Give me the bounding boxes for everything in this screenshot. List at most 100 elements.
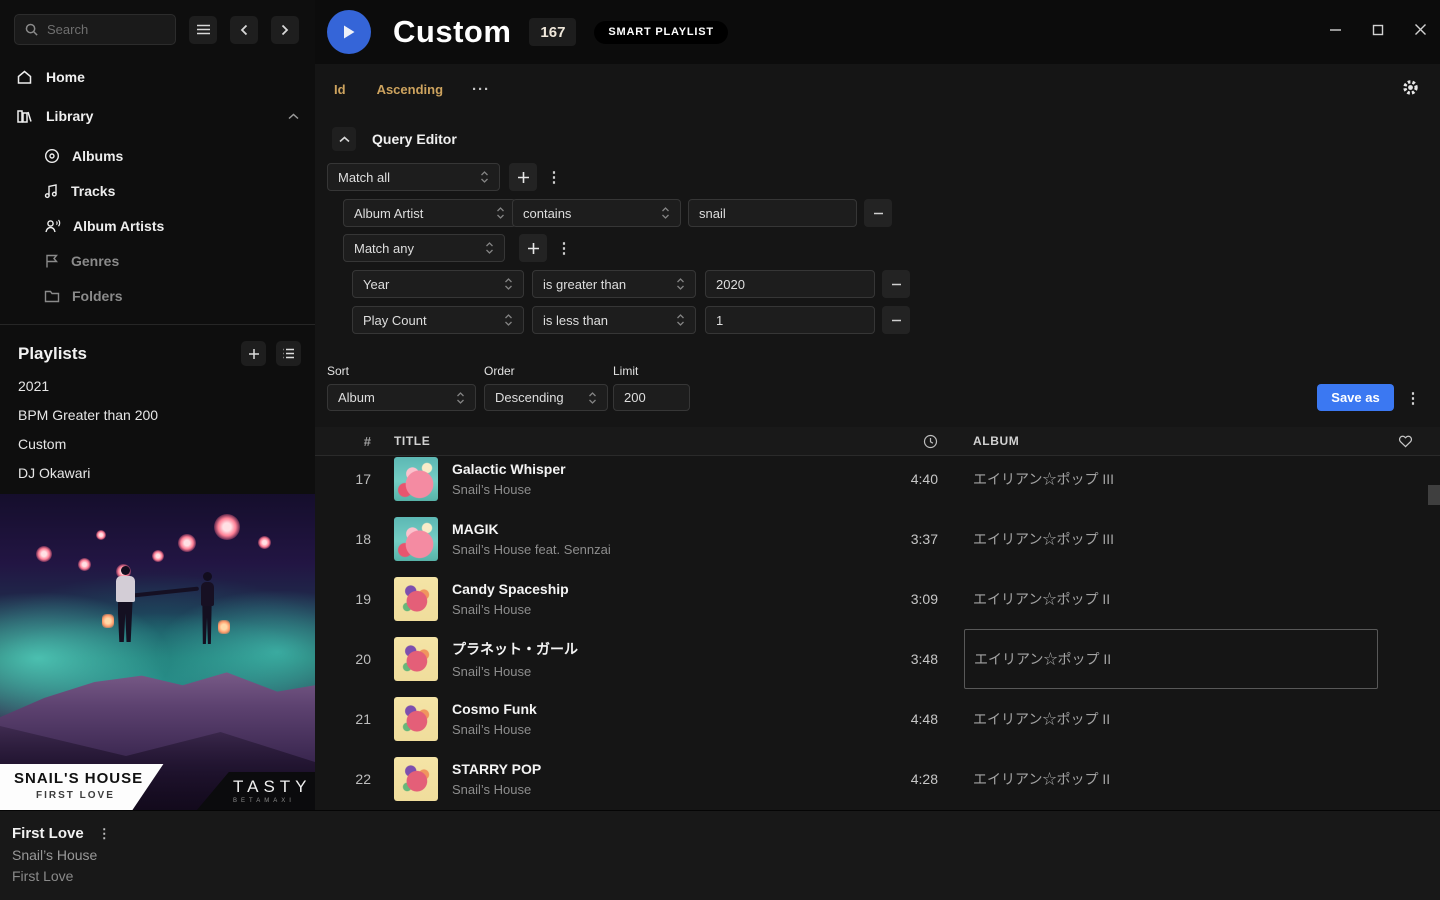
sidebar-item-albums[interactable]: Albums: [0, 143, 315, 168]
now-playing-album[interactable]: First Love: [12, 868, 111, 884]
collapse-chevron-icon[interactable]: [288, 113, 299, 120]
sidebar-item-home[interactable]: Home: [0, 64, 315, 90]
limit-label: Limit: [613, 364, 638, 378]
track-album[interactable]: エイリアン☆ポップ II: [964, 569, 1378, 629]
select-spinner-icon: [480, 170, 489, 184]
window-close-button[interactable]: [1413, 22, 1428, 37]
track-title[interactable]: MAGIK: [452, 521, 611, 537]
clock-icon: [923, 434, 938, 449]
lantern-glow: [96, 530, 106, 540]
sidebar-item-album-artists[interactable]: Album Artists: [0, 213, 315, 238]
add-playlist-button[interactable]: [241, 341, 266, 366]
window-minimize-button[interactable]: [1328, 22, 1343, 37]
track-album[interactable]: エイリアン☆ポップ II: [964, 689, 1378, 749]
nav-back-button[interactable]: [230, 16, 258, 44]
rule3-field-select[interactable]: Play Count: [352, 306, 524, 334]
track-row[interactable]: 22 STARRY POP Snail’s House 4:28 エイリアン☆ポ…: [315, 749, 1440, 809]
now-playing-track[interactable]: First Love: [12, 825, 84, 842]
track-row[interactable]: 17 Galactic Whisper Snail’s House 4:40 エ…: [315, 456, 1440, 509]
track-row[interactable]: 21 Cosmo Funk Snail’s House 4:48 エイリアン☆ポ…: [315, 689, 1440, 749]
column-header-duration[interactable]: [861, 434, 941, 449]
track-title[interactable]: Galactic Whisper: [452, 461, 566, 477]
sidebar-item-folders[interactable]: Folders: [0, 283, 315, 308]
root-match-select[interactable]: Match all: [327, 163, 500, 191]
sort-field-button[interactable]: Id: [334, 82, 346, 97]
track-album[interactable]: エイリアン☆ポップ III: [964, 456, 1378, 509]
rule2-value-input[interactable]: 2020: [705, 270, 875, 298]
save-menu-button[interactable]: ⋮: [1405, 384, 1421, 411]
track-title[interactable]: Cosmo Funk: [452, 701, 537, 717]
lantern-glow: [36, 546, 52, 562]
track-artist[interactable]: Snail’s House: [452, 722, 537, 737]
search-input[interactable]: [47, 22, 157, 37]
sidebar-item-library[interactable]: Library: [0, 103, 315, 129]
rule1-value-input[interactable]: snail: [688, 199, 857, 227]
gear-icon[interactable]: [1402, 79, 1419, 96]
sort-order-button[interactable]: Ascending: [377, 82, 443, 97]
playlist-item[interactable]: Custom: [0, 436, 315, 453]
genres-flag-icon: [44, 253, 59, 269]
now-playing-menu-button[interactable]: ⋮: [98, 826, 111, 842]
rule2-field-select[interactable]: Year: [352, 270, 524, 298]
track-artist[interactable]: Snail’s House: [452, 664, 578, 679]
rule1-operator-select[interactable]: contains: [512, 199, 681, 227]
now-playing-artist[interactable]: Snail’s House: [12, 847, 111, 863]
play-playlist-button[interactable]: [327, 10, 371, 54]
rule1-remove-button[interactable]: [864, 199, 892, 227]
rule3-remove-button[interactable]: [882, 306, 910, 334]
rule2-operator-select[interactable]: is greater than: [532, 270, 696, 298]
rule2-remove-button[interactable]: [882, 270, 910, 298]
nav-forward-button[interactable]: [271, 16, 299, 44]
search-box[interactable]: [14, 14, 176, 45]
order-value: Descending: [495, 390, 588, 405]
column-header-title[interactable]: TITLE: [371, 434, 861, 448]
column-header-album[interactable]: ALBUM: [964, 434, 1378, 448]
track-album-focused-cell[interactable]: エイリアン☆ポップ II: [964, 629, 1378, 689]
playlist-item[interactable]: BPM Greater than 200: [0, 407, 315, 424]
album-artists-icon: [44, 218, 61, 234]
track-row[interactable]: 18 MAGIK Snail’s House feat. Sennzai 3:3…: [315, 509, 1440, 569]
track-album[interactable]: エイリアン☆ポップ II: [964, 749, 1378, 809]
group-menu-button[interactable]: ⋮: [556, 234, 572, 262]
track-artist[interactable]: Snail’s House: [452, 482, 566, 497]
track-title[interactable]: Candy Spaceship: [452, 581, 569, 597]
minus-icon: [891, 315, 902, 326]
playlist-item[interactable]: DJ Okawari: [0, 465, 315, 482]
track-artist[interactable]: Snail’s House: [452, 782, 541, 797]
more-options-button[interactable]: ···: [472, 81, 490, 98]
track-title[interactable]: プラネット・ガール: [452, 639, 578, 659]
now-playing-cover-art[interactable]: TASTY BETAMAXI SNAIL'S HOUSE FIRST LOVE: [0, 494, 315, 810]
add-rule-button[interactable]: [509, 163, 537, 191]
playlist-item[interactable]: 2021: [0, 378, 315, 395]
menu-button[interactable]: [189, 16, 217, 44]
order-select[interactable]: Descending: [484, 384, 608, 411]
search-icon: [24, 22, 39, 37]
save-as-button[interactable]: Save as: [1317, 384, 1394, 411]
track-album[interactable]: エイリアン☆ポップ III: [964, 509, 1378, 569]
cover-artist: SNAIL'S HOUSE: [14, 770, 172, 787]
track-row[interactable]: 19 Candy Spaceship Snail’s House 3:09 エイ…: [315, 569, 1440, 629]
track-artist[interactable]: Snail’s House: [452, 602, 569, 617]
sidebar-item-tracks[interactable]: Tracks: [0, 178, 315, 203]
track-artist[interactable]: Snail’s House feat. Sennzai: [452, 542, 611, 557]
query-editor-collapse-button[interactable]: [332, 127, 356, 151]
sidebar-divider: [0, 324, 315, 325]
rule-group-menu-button[interactable]: ⋮: [546, 163, 562, 191]
group-add-rule-button[interactable]: [519, 234, 547, 262]
column-header-favorite[interactable]: [1378, 434, 1440, 448]
order-label: Order: [484, 364, 515, 378]
rule3-operator-select[interactable]: is less than: [532, 306, 696, 334]
limit-input[interactable]: 200: [613, 384, 690, 411]
track-title[interactable]: STARRY POP: [452, 761, 541, 777]
column-header-number[interactable]: #: [315, 434, 371, 449]
track-duration: 4:40: [861, 471, 941, 487]
track-row[interactable]: 20 プラネット・ガール Snail’s House 3:48 エイリアン☆ポッ…: [315, 629, 1440, 689]
scrollbar-thumb[interactable]: [1428, 485, 1440, 505]
playlist-list-button[interactable]: [276, 341, 301, 366]
sort-select[interactable]: Album: [327, 384, 476, 411]
rule3-value-input[interactable]: 1: [705, 306, 875, 334]
sidebar-item-genres[interactable]: Genres: [0, 248, 315, 273]
group-match-select[interactable]: Match any: [343, 234, 505, 262]
rule1-field-select[interactable]: Album Artist: [343, 199, 516, 227]
window-maximize-button[interactable]: [1371, 23, 1385, 37]
